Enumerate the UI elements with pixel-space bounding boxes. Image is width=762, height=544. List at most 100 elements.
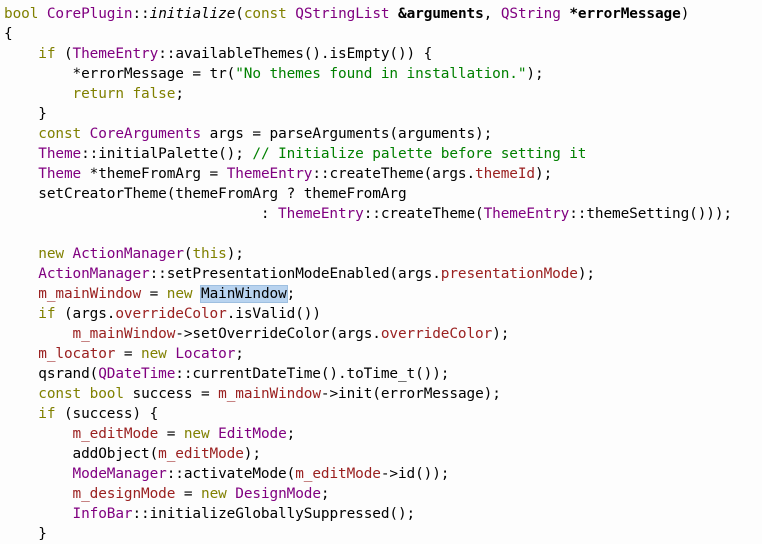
code-token: "No themes found in installation."	[235, 66, 527, 82]
code-token: ::initialPalette();	[81, 146, 253, 162]
code-token: ThemeEntry	[226, 166, 313, 182]
code-line[interactable]: : ThemeEntry::createTheme(ThemeEntry::th…	[0, 204, 762, 224]
code-line[interactable]: *errorMessage = tr("No themes found in i…	[0, 64, 762, 84]
code-token: ,	[483, 6, 501, 22]
code-token: overrideColor	[380, 326, 493, 342]
code-token: m_mainWindow	[38, 286, 142, 302]
code-token: =	[141, 286, 167, 302]
code-token: this	[192, 246, 227, 262]
code-line[interactable]: if (success) {	[0, 404, 762, 424]
code-line[interactable]: InfoBar::initializeGloballySuppressed();	[0, 504, 762, 524]
code-token: false	[132, 86, 176, 102]
code-token: =	[115, 346, 142, 362]
code-token: );	[526, 66, 544, 82]
code-token: QDateTime	[98, 366, 176, 382]
code-line[interactable]: qsrand(QDateTime::currentDateTime().toTi…	[0, 364, 762, 384]
code-token: ThemeEntry	[278, 206, 364, 222]
code-token: }	[4, 526, 47, 542]
code-token: ::activateMode(	[166, 466, 296, 482]
code-token: );	[226, 246, 244, 262]
code-token: presentationMode	[440, 266, 578, 282]
code-line[interactable]: new ActionManager(this);	[0, 244, 762, 264]
code-token: ThemeEntry	[483, 206, 570, 222]
code-line[interactable]: m_mainWindow = new MainWindow;	[0, 284, 762, 304]
code-token: const	[243, 6, 287, 22]
code-token: ;	[175, 86, 184, 102]
code-line[interactable]: }	[0, 524, 762, 544]
code-token: *errorMessage = tr(	[4, 66, 236, 82]
code-token: ->setOverrideColor(args.	[175, 326, 381, 342]
code-token: qsrand(	[4, 366, 99, 382]
code-token: setCreatorTheme(themeFromArg ? themeFrom…	[4, 186, 407, 202]
code-line[interactable]: m_designMode = new DesignMode;	[0, 484, 762, 504]
code-token: return	[72, 86, 124, 102]
code-token: ModeManager	[72, 466, 167, 482]
code-token: overrideColor	[115, 306, 227, 322]
code-line[interactable]: Theme *themeFromArg = ThemeEntry::create…	[0, 164, 762, 184]
code-line[interactable]: setCreatorTheme(themeFromArg ? themeFrom…	[0, 184, 762, 204]
code-token: addObject(	[4, 446, 159, 462]
code-token: new	[201, 486, 227, 502]
code-line[interactable]: m_editMode = new EditMode;	[0, 424, 762, 444]
code-editor-surface[interactable]: bool CorePlugin::initialize(const QStrin…	[0, 0, 762, 542]
code-line[interactable]: ActionManager::setPresentationModeEnable…	[0, 264, 762, 284]
code-token: Locator	[175, 346, 236, 362]
code-line[interactable]: m_mainWindow->setOverrideColor(args.over…	[0, 324, 762, 344]
code-token: m_mainWindow	[218, 386, 321, 402]
code-token: (	[235, 6, 244, 22]
code-line[interactable]: m_locator = new Locator;	[0, 344, 762, 364]
code-token: *themeFromArg =	[81, 166, 227, 182]
code-token: m_editMode	[72, 426, 159, 442]
code-line[interactable]: if (args.overrideColor.isValid())	[0, 304, 762, 324]
code-token: ::currentDateTime().toTime_t());	[175, 366, 450, 382]
code-token: m_mainWindow	[72, 326, 176, 342]
code-token: {	[4, 26, 13, 42]
code-token: EditMode	[218, 426, 287, 442]
code-line[interactable]: }	[0, 104, 762, 124]
code-token: (args.	[55, 306, 116, 322]
code-token: ;	[286, 426, 296, 442]
code-token: ::	[132, 6, 150, 22]
code-token: =	[158, 426, 184, 442]
code-token: CorePlugin	[46, 6, 133, 22]
code-token: InfoBar	[72, 506, 133, 522]
code-token: ::createTheme(	[363, 206, 484, 222]
code-token: CoreArguments	[89, 126, 202, 142]
code-token: }	[4, 106, 47, 122]
code-line[interactable]: bool CorePlugin::initialize(const QStrin…	[0, 4, 762, 24]
code-line[interactable]	[0, 224, 762, 244]
code-token: );	[535, 166, 553, 182]
code-line[interactable]: ModeManager::activateMode(m_editMode->id…	[0, 464, 762, 484]
code-token: success =	[123, 386, 219, 402]
code-token: =	[175, 486, 201, 502]
code-line[interactable]: if (ThemeEntry::availableThemes().isEmpt…	[0, 44, 762, 64]
code-line[interactable]: addObject(m_editMode);	[0, 444, 762, 464]
code-token: const	[38, 386, 82, 402]
code-line[interactable]: {	[0, 24, 762, 44]
code-line[interactable]: const bool success = m_mainWindow->init(…	[0, 384, 762, 404]
code-token: ;	[286, 286, 296, 302]
code-line[interactable]: const CoreArguments args = parseArgument…	[0, 124, 762, 144]
code-token: QStringList	[295, 6, 390, 22]
code-token: ActionManager	[72, 246, 184, 262]
code-token: if	[38, 46, 56, 62]
selected-token[interactable]: MainWindow	[201, 286, 287, 302]
code-token: );	[577, 266, 595, 282]
code-line[interactable]: Theme::initialPalette(); // Initialize p…	[0, 144, 762, 164]
code-line[interactable]: return false;	[0, 84, 762, 104]
